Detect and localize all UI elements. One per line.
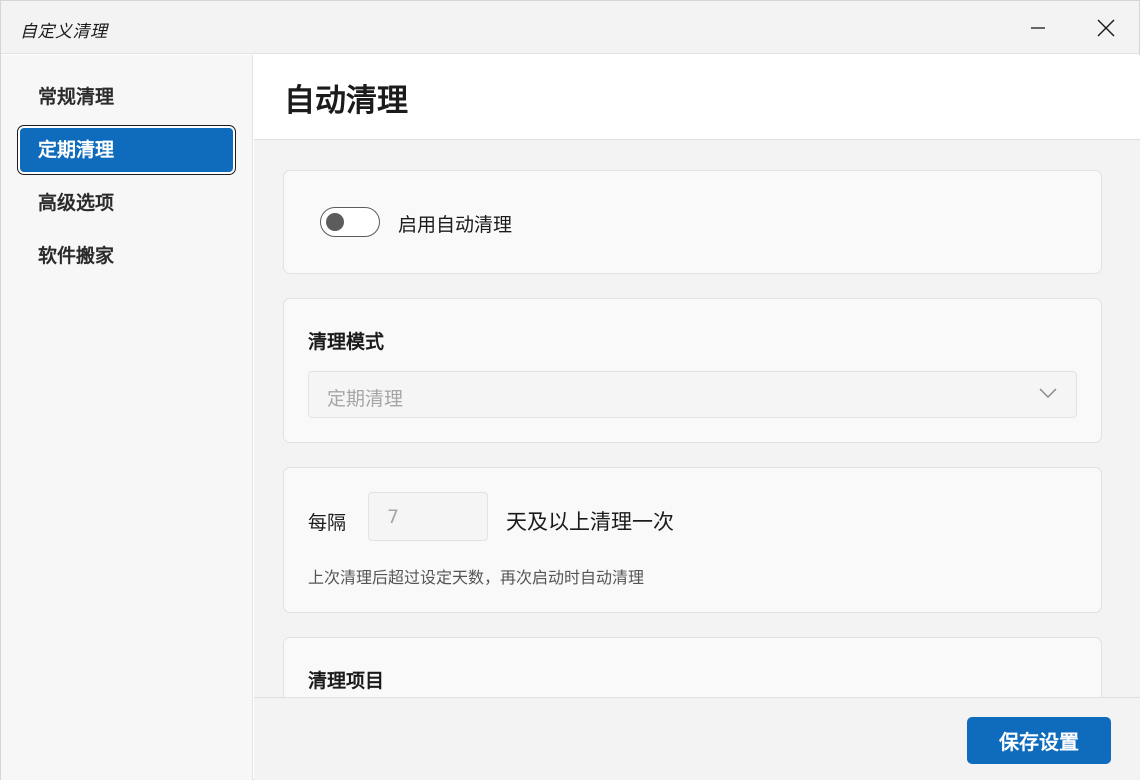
settings-content[interactable]: 启用自动清理 清理模式 定期清理 每隔 天及以上清理一次 上次清理后超过设定天数… xyxy=(254,141,1140,697)
enable-auto-clean-toggle[interactable] xyxy=(320,207,380,237)
interval-prefix: 每隔 xyxy=(308,512,347,534)
close-icon xyxy=(1097,19,1115,36)
interval-card: 每隔 天及以上清理一次 上次清理后超过设定天数，再次启动时自动清理 xyxy=(283,467,1102,613)
toggle-knob xyxy=(326,213,344,231)
clean-items-card: 清理项目 xyxy=(283,637,1102,697)
enable-auto-clean-card: 启用自动清理 xyxy=(283,170,1102,274)
settings-window: 自定义清理 常规清理 定期清理 高级选项 软件搬家 自动清理 启用自动清理 清理… xyxy=(0,0,1140,780)
chevron-down-icon xyxy=(1039,388,1057,399)
save-settings-button[interactable]: 保存设置 xyxy=(967,717,1111,764)
page-title: 自动清理 xyxy=(284,83,408,119)
sidebar: 常规清理 定期清理 高级选项 软件搬家 xyxy=(1,55,253,780)
title-bar: 自定义清理 xyxy=(1,1,1139,54)
close-button[interactable] xyxy=(1083,1,1129,54)
sidebar-item-scheduled-clean[interactable]: 定期清理 xyxy=(20,128,233,172)
sidebar-item-advanced-options[interactable]: 高级选项 xyxy=(20,181,233,225)
footer-bar: 保存设置 xyxy=(254,697,1140,780)
enable-auto-clean-label: 启用自动清理 xyxy=(398,214,513,236)
clean-mode-dropdown[interactable]: 定期清理 xyxy=(308,371,1077,418)
clean-mode-card: 清理模式 定期清理 xyxy=(283,298,1102,443)
page-header: 自动清理 xyxy=(254,55,1140,140)
sidebar-item-general-clean[interactable]: 常规清理 xyxy=(20,75,233,119)
minimize-button[interactable] xyxy=(1015,1,1061,54)
interval-days-input[interactable] xyxy=(368,492,488,541)
clean-mode-selected: 定期清理 xyxy=(327,388,404,410)
sidebar-item-software-migration[interactable]: 软件搬家 xyxy=(20,234,233,278)
clean-mode-title: 清理模式 xyxy=(308,331,385,353)
minimize-icon xyxy=(1031,26,1045,29)
interval-hint: 上次清理后超过设定天数，再次启动时自动清理 xyxy=(308,568,645,587)
clean-items-title: 清理项目 xyxy=(308,670,385,692)
interval-suffix: 天及以上清理一次 xyxy=(506,510,674,534)
main-panel: 自动清理 启用自动清理 清理模式 定期清理 每隔 7 天及以上清理一次 上次清理… xyxy=(254,55,1140,780)
window-title: 自定义清理 xyxy=(20,22,108,42)
